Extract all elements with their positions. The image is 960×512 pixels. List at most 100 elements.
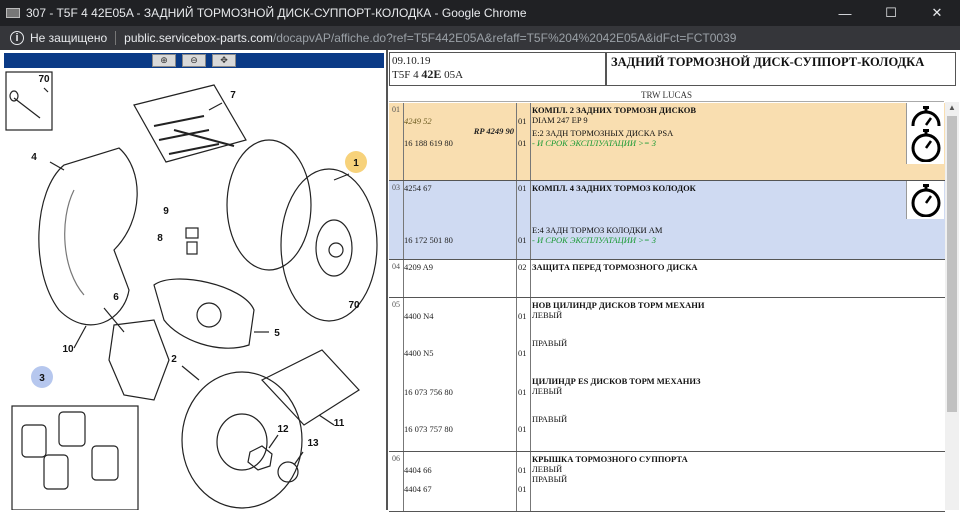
part-line: E:4 ЗАДН ТОРМОЗ КОЛОДКИ AM	[532, 225, 663, 235]
stopwatch-icon	[911, 129, 940, 162]
part-qty: 01	[518, 424, 527, 434]
part-line: ЛЕВЫЙ	[532, 386, 563, 396]
page-favicon-icon	[6, 8, 20, 18]
part-title: КОМПЛ. 2 ЗАДНИХ ТОРМОЗН ДИСКОВ	[532, 105, 697, 115]
brake-disc-1a	[226, 139, 312, 271]
header-info: 09.10.19 T5F 4 42E 05A	[389, 52, 606, 86]
callout-12[interactable]: 12	[277, 424, 289, 435]
close-button[interactable]: ✕	[914, 0, 960, 26]
part-ref[interactable]: 16 073 757 80	[404, 424, 453, 434]
callout-6[interactable]: 6	[113, 292, 119, 303]
column-line	[516, 298, 517, 451]
group-number: 03	[392, 183, 400, 192]
part-qty: 01	[518, 484, 527, 494]
group-number: 01	[392, 105, 400, 114]
part-qty: 01	[518, 116, 527, 126]
part-description: E:2 ЗАДН ТОРМОЗНЫХ ДИСКА PSA - И СРОК ЭКС…	[532, 128, 673, 148]
part-group: 04 4209 A9 02 ЗАЩИТА ПЕРЕД ТОРМОЗНОГО ДИСКА	[389, 260, 945, 298]
group-number: 04	[392, 262, 400, 271]
callout-5[interactable]: 5	[274, 328, 280, 339]
callout-11[interactable]: 11	[334, 418, 345, 429]
part-qty: 01	[518, 465, 527, 475]
brake-exploded-diagram[interactable]: 70 7 4 1 9 8 6 10 70 5 2 3 11 12 13	[4, 70, 386, 510]
window-title: 307 - T5F 4 42E05A - ЗАДНИЙ ТОРМОЗНОЙ ДИ…	[26, 6, 527, 20]
callout-1[interactable]: 1	[353, 158, 359, 169]
labour-time-button[interactable]	[906, 181, 944, 219]
part-description: КОМПЛ. 4 ЗАДНИХ ТОРМОЗ КОЛОДОК	[532, 183, 696, 193]
header-date: 09.10.19	[392, 55, 431, 67]
callout-13[interactable]: 13	[307, 438, 319, 449]
stopwatch-icon	[911, 184, 940, 217]
address-separator	[115, 31, 117, 45]
scroll-up-icon[interactable]: ▲	[945, 102, 959, 114]
maximize-button[interactable]: ☐	[868, 0, 914, 26]
zoom-in-icon[interactable]: ⊕	[152, 54, 176, 67]
address-bar[interactable]: i Не защищено public.servicebox-parts.co…	[0, 26, 960, 50]
callout-70-right[interactable]: 70	[348, 300, 360, 311]
zoom-out-icon[interactable]: ⊖	[182, 54, 206, 67]
part-description: КОМПЛ. 2 ЗАДНИХ ТОРМОЗН ДИСКОВ DIAM 247 E…	[532, 105, 696, 125]
part-ref[interactable]: 4249 52	[404, 116, 432, 126]
part-qty: 01	[518, 235, 527, 245]
part-description: НОВ ЦИЛИНДР ДИСКОВ ТОРМ МЕХАНИ ЛЕВЫЙ	[532, 300, 704, 320]
part-line: E:2 ЗАДН ТОРМОЗНЫХ ДИСКА PSA	[532, 128, 674, 138]
callout-10[interactable]: 10	[62, 344, 74, 355]
callout-7[interactable]: 7	[230, 90, 236, 101]
vertical-scrollbar[interactable]: ▲	[945, 102, 959, 510]
part-ref[interactable]: 4404 66	[404, 465, 432, 475]
header-code: T5F 4 42E 05A	[392, 67, 464, 81]
url-host[interactable]: public.servicebox-parts.com	[124, 31, 273, 45]
column-line	[530, 181, 531, 259]
column-line	[516, 452, 517, 511]
part-title: ЦИЛИНДР ES ДИСКОВ ТОРМ МЕХАНИЗ	[532, 376, 701, 386]
zoom-pan-icon[interactable]: ✥	[212, 54, 236, 67]
part-qty: 01	[518, 183, 527, 193]
part-description: ПРАВЫЙ	[532, 338, 567, 348]
part-ref[interactable]: 4404 67	[404, 484, 432, 494]
part-description: ПРАВЫЙ	[532, 414, 567, 424]
part-ref[interactable]: 4254 67	[404, 183, 432, 193]
window-titlebar: 307 - T5F 4 42E05A - ЗАДНИЙ ТОРМОЗНОЙ ДИ…	[0, 0, 960, 26]
info-icon[interactable]: i	[10, 31, 24, 45]
part-ref[interactable]: 16 188 619 80	[404, 138, 453, 148]
part-note: - И СРОК ЭКСПЛУАТАЦИИ >= 3	[532, 235, 656, 245]
callout-70-top[interactable]: 70	[38, 74, 50, 85]
part-description: ПРАВЫЙ	[532, 474, 567, 484]
part-line: ПРАВЫЙ	[532, 474, 568, 484]
callout-4[interactable]: 4	[31, 152, 37, 163]
scroll-thumb[interactable]	[947, 116, 957, 412]
part-rp: RP 4249 90	[473, 126, 514, 136]
callout-3[interactable]: 3	[39, 373, 45, 384]
callout-8[interactable]: 8	[157, 233, 163, 244]
part-ref[interactable]: 4209 A9	[404, 262, 433, 272]
labour-time-button[interactable]	[906, 126, 944, 164]
part-description: ЦИЛИНДР ES ДИСКОВ ТОРМ МЕХАНИЗ ЛЕВЫЙ	[532, 376, 700, 396]
column-line	[516, 260, 517, 297]
parts-panel: 09.10.19 T5F 4 42E 05A ЗАДНИЙ ТОРМОЗНОЙ …	[388, 50, 960, 512]
column-line	[516, 181, 517, 259]
part-ref[interactable]: 16 172 501 80	[404, 235, 453, 245]
part-group: 06 4404 66 01 КРЫШКА ТОРМОЗНОГО СУППОРТА ЛЕВ…	[389, 452, 945, 512]
part-title: КОМПЛ. 4 ЗАДНИХ ТОРМОЗ КОЛОДОК	[532, 183, 696, 193]
part-qty: 01	[518, 138, 527, 148]
group-number: 06	[392, 454, 400, 463]
callout-2[interactable]: 2	[171, 354, 177, 365]
caliper	[153, 278, 255, 349]
part-ref[interactable]: 16 073 756 80	[404, 387, 453, 397]
column-line	[530, 452, 531, 511]
part-qty: 01	[518, 311, 527, 321]
minimize-button[interactable]: —	[822, 0, 868, 26]
part-description: ЗАЩИТА ПЕРЕД ТОРМОЗНОГО ДИСКА	[532, 262, 698, 272]
part-line: DIAM 247 EP 9	[532, 115, 588, 125]
callout-9[interactable]: 9	[163, 206, 169, 217]
url-path[interactable]: /docapvAP/affiche.do?ref=T5F442E05A&refa…	[273, 31, 737, 45]
part-title: НОВ ЦИЛИНДР ДИСКОВ ТОРМ МЕХАНИ	[532, 300, 705, 310]
dust-shield	[38, 147, 138, 326]
column-line	[516, 103, 517, 180]
part-note: - И СРОК ЭКСПЛУАТАЦИИ >= 3	[532, 138, 656, 148]
part-line: ЛЕВЫЙ	[532, 310, 563, 320]
part-group: 05 4400 N4 01 НОВ ЦИЛИНДР ДИСКОВ ТОРМ МЕХАН…	[389, 298, 945, 452]
security-status[interactable]: Не защищено	[30, 31, 107, 45]
part-ref[interactable]: 4400 N4	[404, 311, 434, 321]
part-ref[interactable]: 4400 N5	[404, 348, 434, 358]
